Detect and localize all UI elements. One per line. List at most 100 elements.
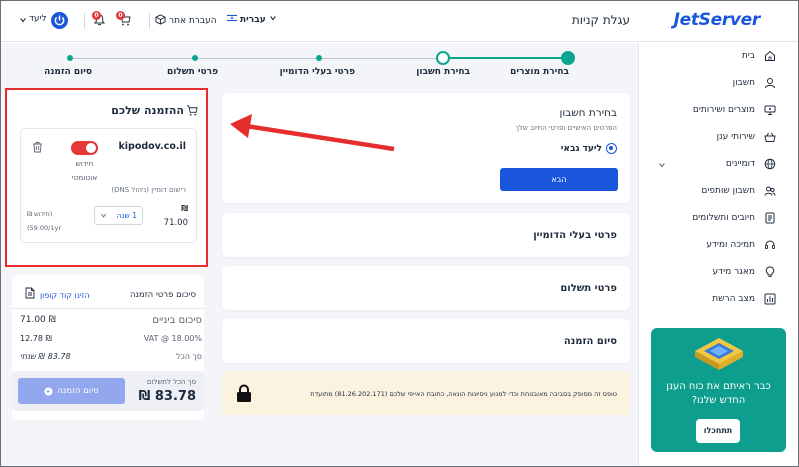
lock-icon — [237, 384, 251, 402]
power-icon[interactable] — [51, 12, 68, 29]
network-icon — [764, 293, 776, 305]
pay-label: סך הכל לתשלום — [146, 378, 196, 386]
account-option-label: ליעד גבאי — [560, 143, 602, 154]
summary-divider — [12, 308, 204, 309]
promo-line-1: כבר ראיתם את כוח הענן — [666, 381, 771, 392]
chevron-down-icon[interactable] — [19, 16, 27, 27]
sidebar-item-label: בית — [741, 51, 755, 61]
cart-icon — [186, 105, 198, 116]
sidebar-item-support[interactable]: תמיכה ומידע — [706, 239, 776, 251]
auto-renew-toggle[interactable] — [71, 141, 98, 155]
user-icon — [764, 77, 776, 89]
chevron-down-icon[interactable] — [658, 161, 666, 172]
sidebar-item-knowledge[interactable]: מאגר מידע — [713, 266, 776, 278]
language-selector[interactable]: עברית — [227, 14, 277, 25]
user-menu[interactable]: ליעד — [29, 14, 47, 24]
sidebar: בית חשבון מוצרים ושירותים שירותי ענן דומ… — [638, 43, 798, 466]
account-card-title: בחירת חשבון — [559, 107, 617, 119]
sidebar-item-label: חשבון שותפים — [701, 186, 755, 196]
period-select[interactable]: 1 שנה — [94, 206, 143, 225]
section-title: פרטי תשלום — [560, 283, 617, 294]
period-value: 1 שנה — [116, 211, 137, 220]
sidebar-item-products[interactable]: מוצרים ושירותים — [693, 104, 776, 116]
chevron-down-icon — [269, 14, 277, 25]
vat-row: VAT @ 18.00% 12.78 ₪ — [20, 334, 202, 343]
page-title: עגלת קניות — [571, 13, 630, 27]
steps-progress — [443, 57, 568, 59]
payment-details-section[interactable]: פרטי תשלום — [222, 266, 630, 310]
step-label: פרטי תשלום — [166, 67, 218, 77]
finish-order-label: סיום הזמנה — [57, 386, 99, 396]
sidebar-item-network[interactable]: מצב הרשת — [712, 293, 776, 305]
transfer-site-button[interactable]: העברת אתר — [155, 14, 217, 28]
order-title: ההזמנה שלכם — [111, 104, 184, 117]
next-button[interactable]: הבא — [500, 168, 618, 191]
sidebar-item-label: מאגר מידע — [712, 267, 755, 277]
trash-icon[interactable] — [32, 141, 43, 153]
sidebar-item-billing[interactable]: חיובים ותשלומים — [692, 212, 776, 224]
subtotal-row: סיכום ביניים 71.00 ₪ — [20, 315, 202, 326]
coupon-link[interactable]: הזינו קוד קופון — [40, 291, 90, 300]
renew-price: (59.00/1yr — [27, 224, 61, 232]
sidebar-item-account[interactable]: חשבון — [733, 77, 776, 89]
total-label: סך הכל — [175, 352, 202, 361]
subtotal-value: 71.00 ₪ — [20, 315, 56, 325]
sidebar-item-domains[interactable]: דומיינים — [726, 158, 776, 170]
sidebar-item-label: שירותי ענן — [716, 132, 755, 142]
cart-badge: 0 — [116, 11, 125, 20]
logo[interactable]: JetServer — [674, 10, 761, 30]
cart-icon — [118, 14, 131, 29]
top-header: JetServer עגלת קניות עברית העברת אתר 0 0… — [1, 1, 798, 42]
chip-illustration — [695, 338, 743, 370]
vat-label: VAT @ 18.00% — [143, 334, 202, 343]
sidebar-item-partners[interactable]: חשבון שותפים — [701, 185, 776, 197]
order-summary-box: ההזמנה שלכם kipodov.co.il חידוש אוטומטי … — [5, 88, 208, 267]
security-notice: טופס זה מסופק בסביבה מאובטחת וכדי למנוע … — [222, 371, 630, 415]
security-notice-text: טופס זה מסופק בסביבה מאובטחת וכדי למנוע … — [310, 390, 617, 398]
step-label: סיום הזמנה — [44, 67, 92, 77]
order-item-card: kipodov.co.il חידוש אוטומטי רישום דומיין… — [20, 128, 197, 243]
account-option[interactable]: ליעד גבאי — [561, 143, 617, 154]
sidebar-item-cloud[interactable]: שירותי ענן — [717, 131, 776, 143]
step-current-dot — [436, 51, 450, 65]
notification-badge: 0 — [92, 11, 101, 20]
header-divider — [84, 13, 85, 29]
dns-label: רישום דומיין (ניהול DNS) — [111, 186, 186, 194]
total-row: סך הכל 83.78 ₪ שנתי — [20, 352, 202, 361]
step-dot — [192, 55, 198, 61]
section-title: פרטי בעלי הדומיין — [533, 230, 617, 241]
step-dot — [316, 55, 322, 61]
pay-value: 83.78 ₪ — [138, 389, 196, 404]
sidebar-item-label: דומיינים — [725, 159, 755, 169]
partners-icon — [764, 185, 776, 197]
renew-note: (חידוש ₪ — [27, 210, 53, 218]
home-icon — [764, 50, 776, 62]
total-value: 83.78 ₪ שנתי — [20, 352, 71, 361]
order-finish-section[interactable]: סיום הזמנה — [222, 319, 630, 363]
bell-icon — [94, 14, 105, 29]
step-done-dot — [561, 51, 575, 65]
coupon-icon[interactable] — [25, 287, 35, 299]
step-label: פרטי בעלי הדומיין — [279, 67, 355, 77]
promo-button[interactable]: תתחכלו — [696, 419, 740, 443]
step-label: בחירת חשבון — [416, 67, 470, 77]
sidebar-item-label: תמיכה ומידע — [706, 240, 755, 250]
sidebar-item-label: מצב הרשת — [712, 294, 755, 304]
sidebar-item-home[interactable]: בית — [742, 50, 776, 62]
sidebar-item-label: חיובים ותשלומים — [692, 213, 755, 223]
finish-order-button[interactable]: סיום הזמנה — [18, 378, 125, 404]
chevron-down-icon — [101, 213, 106, 218]
owner-details-section[interactable]: פרטי בעלי הדומיין — [222, 213, 630, 257]
billing-icon — [764, 212, 776, 224]
sidebar-item-label: חשבון — [732, 78, 755, 88]
bulb-icon — [764, 266, 776, 278]
promo-banner: כבר ראיתם את כוח הענן החדש שלנו? תתחכלו — [651, 328, 786, 452]
account-card-subtitle: הפרטים האישיים ופרטי החיוב שלך — [515, 124, 617, 132]
radio-selected-icon[interactable] — [606, 143, 617, 154]
subtotal-label: סיכום ביניים — [152, 315, 202, 326]
arrow-circle-icon — [44, 386, 53, 396]
auto-renew-line-2: אוטומטי — [71, 173, 98, 182]
user-name: ליעד — [29, 14, 47, 24]
finish-area: סך הכל לתשלום 83.78 ₪ סיום הזמנה — [12, 371, 204, 411]
flag-icon — [227, 14, 237, 25]
